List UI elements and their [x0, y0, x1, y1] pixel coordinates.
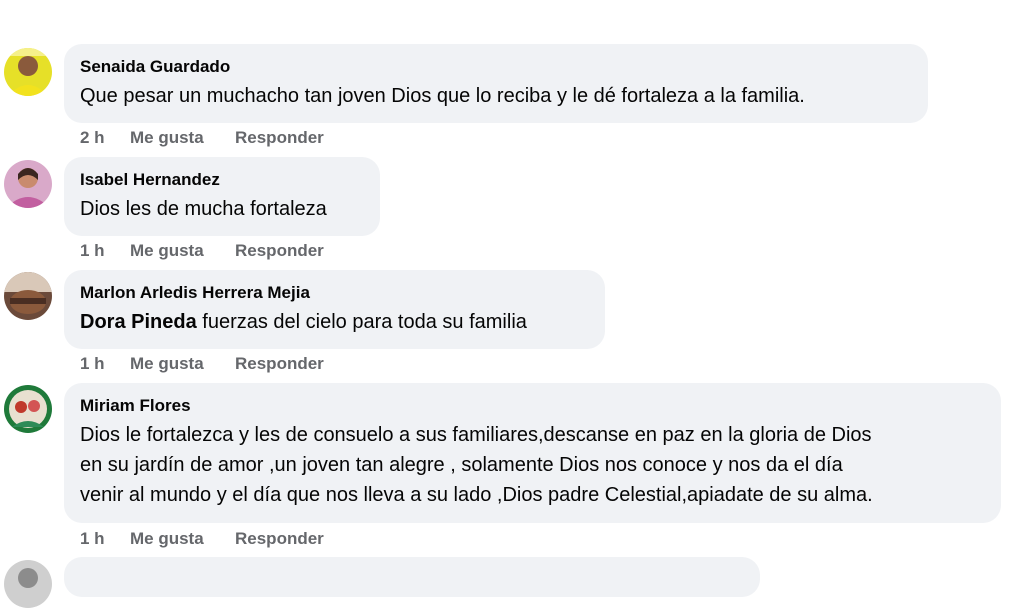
- avatar[interactable]: [4, 48, 52, 96]
- comment-text-line: en su jardín de amor ,un joven tan alegr…: [80, 454, 843, 476]
- comment-text-line: venir al mundo y el día que nos lleva a …: [80, 484, 873, 506]
- reply-button[interactable]: Responder: [235, 128, 324, 148]
- like-button[interactable]: Me gusta: [130, 128, 235, 148]
- comment-author[interactable]: Isabel Hernandez: [80, 169, 364, 191]
- comment-bubble: Marlon Arledis Herrera Mejia Dora Pineda…: [64, 270, 605, 349]
- comment-text: Que pesar un muchacho tan joven Dios que…: [80, 85, 805, 107]
- comment-author[interactable]: Senaida Guardado: [80, 56, 912, 78]
- comment-timestamp[interactable]: 1 h: [80, 354, 130, 374]
- comment-bubble: Isabel Hernandez Dios les de mucha forta…: [64, 157, 380, 236]
- comment-text-body: fuerzas del cielo para toda su familia: [196, 311, 527, 333]
- comment-bubble: Senaida Guardado Que pesar un muchacho t…: [64, 44, 928, 123]
- like-button[interactable]: Me gusta: [130, 354, 235, 374]
- comment-timestamp[interactable]: 1 h: [80, 241, 130, 261]
- comment-author[interactable]: Marlon Arledis Herrera Mejia: [80, 282, 589, 304]
- avatar[interactable]: [4, 160, 52, 208]
- mention-link[interactable]: Dora Pineda: [80, 311, 197, 333]
- like-button[interactable]: Me gusta: [130, 241, 235, 261]
- comment-actions: 1 h Me gusta Responder: [80, 529, 324, 549]
- comment-text-line: Dios le fortalezca y les de consuelo a s…: [80, 424, 872, 446]
- comment-text: Dios le fortalezca y les de consuelo a s…: [80, 420, 985, 510]
- like-button[interactable]: Me gusta: [130, 529, 235, 549]
- comment-actions: 1 h Me gusta Responder: [80, 354, 324, 374]
- comment-bubble: Miriam Flores Dios le fortalezca y les d…: [64, 383, 1001, 523]
- avatar[interactable]: [4, 560, 52, 608]
- comment-actions: 1 h Me gusta Responder: [80, 241, 324, 261]
- reply-button[interactable]: Responder: [235, 529, 324, 549]
- comment-text: Dios les de mucha fortaleza: [80, 198, 327, 220]
- comment-author[interactable]: Miriam Flores: [80, 395, 985, 417]
- comment-actions: 2 h Me gusta Responder: [80, 128, 324, 148]
- comment-timestamp[interactable]: 2 h: [80, 128, 130, 148]
- reply-button[interactable]: Responder: [235, 354, 324, 374]
- comment-text: Dora Pineda fuerzas del cielo para toda …: [80, 307, 589, 337]
- avatar[interactable]: [4, 385, 52, 433]
- avatar[interactable]: [4, 272, 52, 320]
- comment-timestamp[interactable]: 1 h: [80, 529, 130, 549]
- comment-bubble: [64, 557, 760, 597]
- reply-button[interactable]: Responder: [235, 241, 324, 261]
